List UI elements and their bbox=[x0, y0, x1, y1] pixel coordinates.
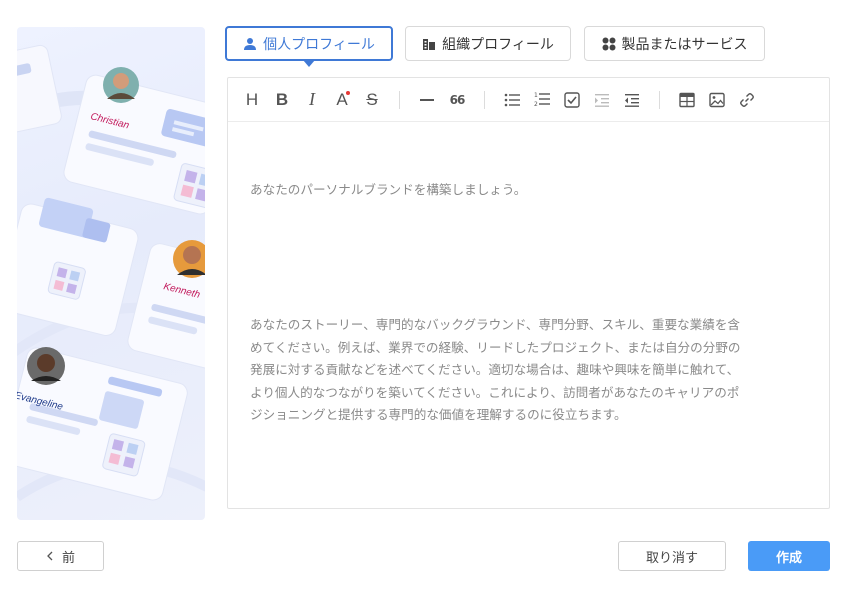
horizontal-rule-icon bbox=[420, 98, 434, 101]
link-button[interactable] bbox=[732, 86, 762, 114]
cancel-button[interactable]: 取り消す bbox=[618, 541, 726, 571]
numbered-list-icon: 12 bbox=[534, 92, 550, 108]
outdent-button[interactable] bbox=[617, 86, 647, 114]
person-icon bbox=[243, 37, 257, 51]
cancel-label: 取り消す bbox=[645, 550, 698, 566]
image-button[interactable] bbox=[702, 86, 732, 114]
editor-toolbar: H B I A S 66 12 bbox=[228, 78, 829, 122]
horizontal-rule-button[interactable] bbox=[412, 86, 442, 114]
editor-paragraph: あなたのストーリー、専門的なバックグラウンド、専門分野、スキル、重要な業績を含 … bbox=[250, 317, 741, 422]
toolbar-divider bbox=[484, 90, 485, 109]
image-icon bbox=[709, 92, 725, 107]
toolbar-divider bbox=[399, 90, 400, 109]
tab-products-services[interactable]: 製品またはサービス bbox=[584, 26, 765, 61]
indent-button[interactable] bbox=[587, 86, 617, 114]
tab-label: 組織プロフィール bbox=[442, 36, 554, 53]
editor-content[interactable]: あなたのパーソナルブランドを構築しましょう。 あなたのストーリー、専門的なバック… bbox=[228, 122, 829, 472]
tab-label: 個人プロフィール bbox=[263, 36, 375, 53]
create-button[interactable]: 作成 bbox=[748, 541, 830, 571]
create-label: 作成 bbox=[775, 550, 802, 566]
outdent-icon bbox=[625, 93, 639, 107]
bullet-list-button[interactable] bbox=[497, 86, 527, 114]
bold-button[interactable]: B bbox=[267, 86, 297, 114]
tab-personal-profile[interactable]: 個人プロフィール bbox=[225, 26, 393, 67]
tab-label: 製品またはサービス bbox=[621, 36, 748, 53]
checkbox-icon bbox=[564, 91, 580, 108]
indent-icon bbox=[595, 93, 609, 107]
strikethrough-button[interactable]: S bbox=[357, 86, 387, 114]
tab-organization-profile[interactable]: 組織プロフィール bbox=[405, 26, 571, 61]
checklist-button[interactable] bbox=[557, 86, 587, 114]
previous-label: 前 bbox=[61, 550, 75, 566]
italic-button[interactable]: I bbox=[297, 86, 327, 114]
bold-icon: B bbox=[275, 89, 289, 109]
heading-icon: H bbox=[245, 89, 259, 109]
grid-icon bbox=[602, 37, 616, 51]
quote-icon: 66 bbox=[449, 92, 466, 107]
table-icon bbox=[679, 92, 695, 107]
toolbar-divider bbox=[659, 90, 660, 109]
link-icon bbox=[740, 92, 754, 107]
text-color-button[interactable]: A bbox=[327, 86, 357, 114]
numbered-list-button[interactable]: 12 bbox=[527, 86, 557, 114]
building-icon bbox=[422, 37, 436, 51]
active-tab-caret bbox=[303, 60, 315, 67]
editor-line-intro: あなたのパーソナルブランドを構築しましょう。 bbox=[250, 182, 527, 197]
chevron-left-icon bbox=[47, 551, 53, 561]
previous-button[interactable]: 前 bbox=[17, 541, 104, 571]
heading-button[interactable]: H bbox=[237, 86, 267, 114]
business-card-illustration: Christian Kenneth Evangeline bbox=[17, 44, 205, 502]
table-button[interactable] bbox=[672, 86, 702, 114]
rich-text-editor: H B I A S 66 12 あなたのパーソナルブランドを構築しましょう。 あ… bbox=[227, 77, 830, 509]
strikethrough-icon: S bbox=[366, 89, 378, 109]
svg-text:2: 2 bbox=[534, 101, 538, 108]
illustration-panel: Christian Kenneth Evangeline bbox=[17, 27, 205, 520]
blockquote-button[interactable]: 66 bbox=[442, 86, 472, 114]
svg-text:1: 1 bbox=[534, 92, 538, 99]
italic-icon: I bbox=[309, 89, 315, 109]
bullet-list-icon bbox=[504, 93, 520, 106]
color-dot bbox=[346, 90, 350, 95]
